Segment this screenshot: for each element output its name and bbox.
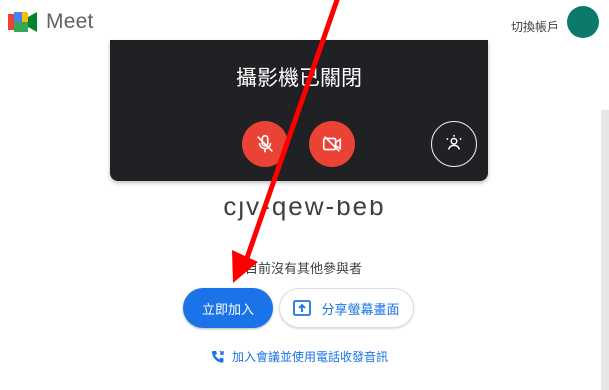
visual-effects-button[interactable] bbox=[431, 121, 477, 167]
camera-status-text: 攝影機已關閉 bbox=[236, 67, 362, 90]
phone-link-label: 加入會議並使用電話收發音訊 bbox=[232, 350, 389, 364]
video-preview: 攝影機已關閉 bbox=[110, 40, 488, 181]
toggle-camera-button[interactable] bbox=[309, 121, 355, 167]
join-now-button[interactable]: 立即加入 bbox=[183, 288, 273, 328]
share-screen-label: 分享螢幕畫面 bbox=[321, 301, 400, 317]
switch-account-link[interactable]: 切換帳戶 bbox=[511, 18, 559, 35]
meeting-code: cjv-qew-beb bbox=[223, 191, 386, 221]
camera-off-icon bbox=[322, 136, 342, 152]
mic-off-icon bbox=[257, 134, 273, 153]
join-with-phone-link[interactable]: 加入會議並使用電話收發音訊 bbox=[210, 348, 388, 365]
phone-icon bbox=[211, 350, 224, 363]
app-name: Meet bbox=[46, 10, 94, 33]
participants-status: 目前沒有其他參與者 bbox=[245, 261, 363, 276]
meet-logo-icon bbox=[8, 12, 37, 32]
meet-logo[interactable]: Meet bbox=[8, 10, 94, 34]
scrollbar[interactable] bbox=[601, 110, 609, 390]
toggle-mic-button[interactable] bbox=[242, 121, 288, 167]
share-screen-button[interactable]: 分享螢幕畫面 bbox=[279, 288, 414, 328]
effects-icon bbox=[446, 134, 462, 150]
present-icon bbox=[293, 300, 312, 316]
avatar[interactable] bbox=[567, 6, 599, 38]
